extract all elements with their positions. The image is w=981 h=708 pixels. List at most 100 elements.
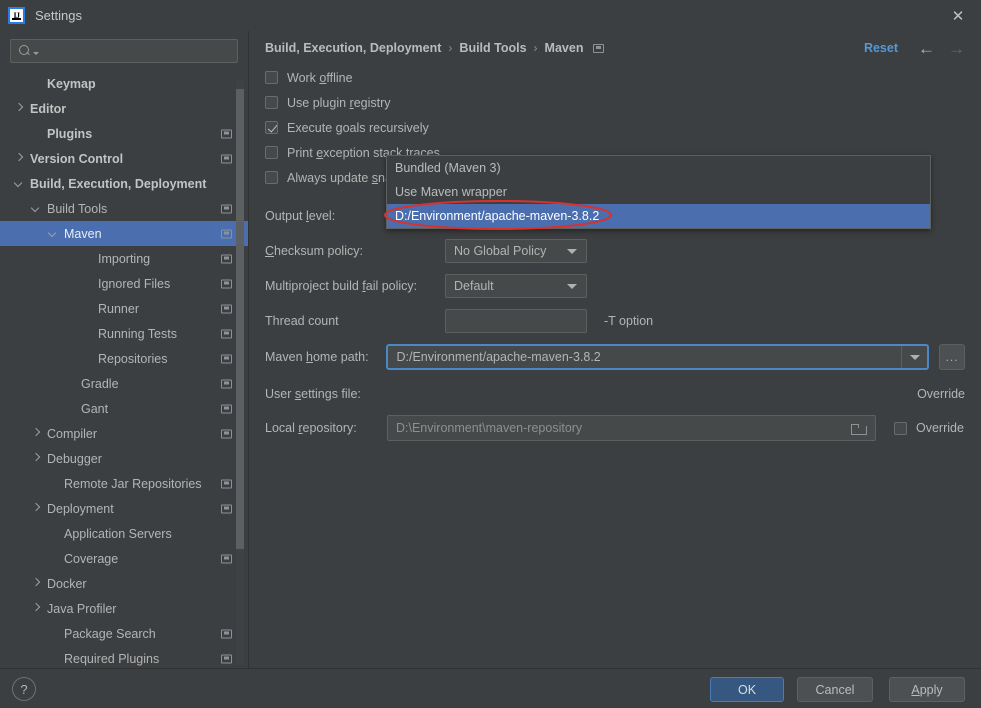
checkbox-label: Work offline <box>287 71 353 85</box>
user-settings-override-label[interactable]: Override <box>917 387 965 401</box>
sidebar-item-runner[interactable]: Runner <box>0 296 248 321</box>
chevron-right-icon[interactable] <box>31 503 42 514</box>
sidebar-item-keymap[interactable]: Keymap <box>0 71 248 96</box>
sidebar-item-ignored-files[interactable]: Ignored Files <box>0 271 248 296</box>
sidebar-item-coverage[interactable]: Coverage <box>0 546 248 571</box>
checkbox-execute-goals-recursively[interactable] <box>265 121 278 134</box>
chevron-right-icon[interactable] <box>31 453 42 464</box>
sidebar-item-label: Package Search <box>64 627 156 641</box>
checkbox-print-exception-stack-traces[interactable] <box>265 146 278 159</box>
checkbox-row-execute-goals-recursively[interactable]: Execute goals recursively <box>265 115 965 140</box>
sidebar-item-maven[interactable]: Maven <box>0 221 248 246</box>
checkbox-row-work-offline[interactable]: Work offline <box>265 65 965 90</box>
breadcrumb-item-maven[interactable]: Maven <box>545 41 584 55</box>
chevron-down-icon[interactable] <box>48 228 59 239</box>
local-repository-input[interactable]: D:\Environment\maven-repository <box>387 415 876 441</box>
checkbox-always-update-snapshots[interactable] <box>265 171 278 184</box>
maven-home-path-dropdown-button[interactable] <box>901 346 927 368</box>
maven-home-path-combobox[interactable]: D:/Environment/apache-maven-3.8.2 <box>386 344 929 370</box>
chevron-right-icon[interactable] <box>31 603 42 614</box>
twisty-spacer <box>65 378 76 389</box>
sidebar-item-deployment[interactable]: Deployment <box>0 496 248 521</box>
sidebar-item-importing[interactable]: Importing <box>0 246 248 271</box>
user-settings-file-row: User settings file: Override <box>265 376 965 412</box>
dropdown-option[interactable]: Use Maven wrapper <box>387 180 930 204</box>
sidebar-item-label: Runner <box>98 302 139 316</box>
sidebar-item-label: Build, Execution, Deployment <box>30 177 206 191</box>
chevron-right-icon[interactable] <box>14 103 25 114</box>
project-scope-badge-icon <box>221 304 232 313</box>
maven-home-path-dropdown-popup[interactable]: Bundled (Maven 3)Use Maven wrapperD:/Env… <box>386 155 931 229</box>
sidebar-item-application-servers[interactable]: Application Servers <box>0 521 248 546</box>
ok-button[interactable]: OK <box>710 677 784 702</box>
project-scope-badge-icon <box>221 504 232 513</box>
back-arrow-icon[interactable]: ← <box>918 40 935 57</box>
sidebar-item-label: Running Tests <box>98 327 177 341</box>
sidebar-item-gradle[interactable]: Gradle <box>0 371 248 396</box>
twisty-spacer <box>82 278 93 289</box>
breadcrumb-separator-icon: › <box>534 41 538 55</box>
sidebar-item-editor[interactable]: Editor <box>0 96 248 121</box>
close-icon[interactable]: ✕ <box>935 0 981 31</box>
checkbox-row-use-plugin-registry[interactable]: Use plugin registry <box>265 90 965 115</box>
sidebar-item-build-execution-deployment[interactable]: Build, Execution, Deployment <box>0 171 248 196</box>
apply-button[interactable]: Apply <box>889 677 965 702</box>
maven-home-path-browse-button[interactable]: ... <box>939 344 965 370</box>
breadcrumb-item-build-tools[interactable]: Build Tools <box>459 41 526 55</box>
chevron-down-icon[interactable] <box>31 203 42 214</box>
settings-tree: KeymapEditor Plugins Version Control Build,… <box>0 71 248 671</box>
reset-link[interactable]: Reset <box>864 41 898 55</box>
sidebar-item-java-profiler[interactable]: Java Profiler <box>0 596 248 621</box>
thread-count-input[interactable] <box>445 309 587 333</box>
sidebar-item-remote-jar-repositories[interactable]: Remote Jar Repositories <box>0 471 248 496</box>
sidebar-item-docker[interactable]: Docker <box>0 571 248 596</box>
folder-icon[interactable] <box>851 423 866 435</box>
chevron-right-icon[interactable] <box>14 153 25 164</box>
cancel-button[interactable]: Cancel <box>797 677 873 702</box>
search-box[interactable] <box>10 39 238 63</box>
checksum-policy-dropdown[interactable]: No Global Policy <box>445 239 587 263</box>
help-button[interactable]: ? <box>12 677 36 701</box>
sidebar-item-package-search[interactable]: Package Search <box>0 621 248 646</box>
dropdown-option[interactable]: D:/Environment/apache-maven-3.8.2 <box>387 204 930 228</box>
sidebar-item-version-control[interactable]: Version Control <box>0 146 248 171</box>
dialog-footer: ? OK Cancel Apply <box>0 668 981 708</box>
window-title: Settings <box>35 8 82 23</box>
checkbox-use-plugin-registry[interactable] <box>265 96 278 109</box>
twisty-spacer <box>48 528 59 539</box>
dropdown-option[interactable]: Bundled (Maven 3) <box>387 156 930 180</box>
sidebar-item-running-tests[interactable]: Running Tests <box>0 321 248 346</box>
sidebar-item-plugins[interactable]: Plugins <box>0 121 248 146</box>
sidebar-item-compiler[interactable]: Compiler <box>0 421 248 446</box>
search-input[interactable] <box>39 43 237 59</box>
local-repository-override-checkbox[interactable] <box>894 422 907 435</box>
project-scope-badge-icon <box>221 204 232 213</box>
sidebar-item-label: Docker <box>47 577 87 591</box>
chevron-right-icon[interactable] <box>31 578 42 589</box>
project-scope-badge-icon <box>221 654 232 663</box>
sidebar-item-label: Java Profiler <box>47 602 116 616</box>
sidebar-item-label: Version Control <box>30 152 123 166</box>
thread-count-hint: -T option <box>604 314 653 328</box>
chevron-down-icon[interactable] <box>14 178 25 189</box>
project-scope-badge-icon <box>221 329 232 338</box>
sidebar-item-label: Plugins <box>47 127 92 141</box>
sidebar-item-gant[interactable]: Gant <box>0 396 248 421</box>
maven-home-path-label: Maven home path: <box>265 350 386 364</box>
sidebar-scrollbar-thumb[interactable] <box>236 89 244 549</box>
sidebar-item-build-tools[interactable]: Build Tools <box>0 196 248 221</box>
maven-settings-form: Work offline Use plugin registryExecute g… <box>250 65 981 444</box>
breadcrumb-item-build-execution-deployment[interactable]: Build, Execution, Deployment <box>265 41 441 55</box>
project-scope-badge-icon <box>221 629 232 638</box>
checksum-policy-row: Checksum policy: No Global Policy <box>265 233 965 268</box>
sidebar-item-repositories[interactable]: Repositories <box>0 346 248 371</box>
settings-sidebar: KeymapEditor Plugins Version Control Build,… <box>0 31 249 668</box>
twisty-spacer <box>48 478 59 489</box>
sidebar-item-debugger[interactable]: Debugger <box>0 446 248 471</box>
twisty-spacer <box>48 653 59 664</box>
dialog-body: KeymapEditor Plugins Version Control Build,… <box>0 31 981 668</box>
chevron-down-icon <box>910 355 920 360</box>
checkbox-work-offline[interactable] <box>265 71 278 84</box>
fail-policy-dropdown[interactable]: Default <box>445 274 587 298</box>
chevron-right-icon[interactable] <box>31 428 42 439</box>
